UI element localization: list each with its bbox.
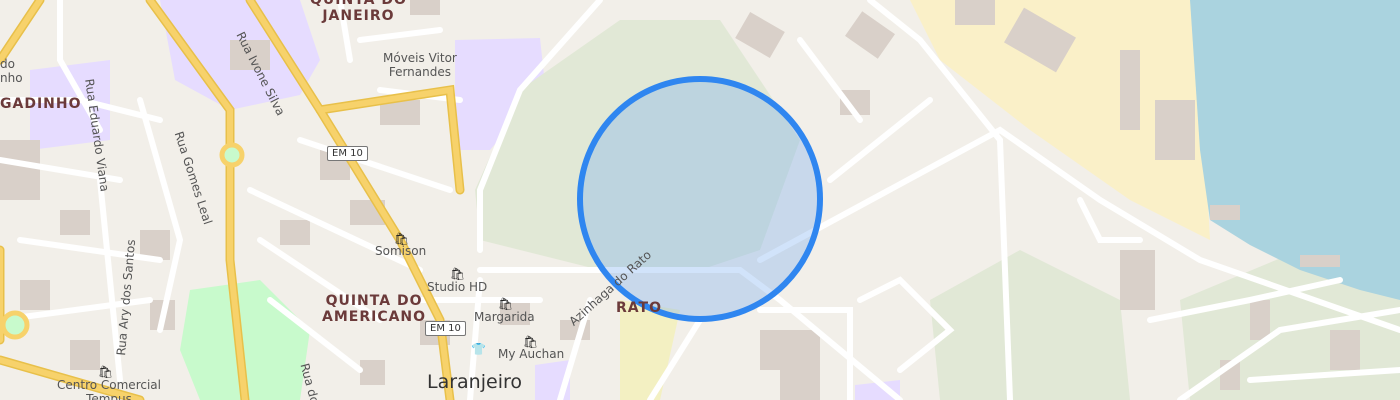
district-label-quinta-do-janeiro: QUINTA DO JANEIRO (310, 0, 407, 25)
shirt-icon[interactable]: 👕 (471, 343, 486, 355)
shop-icon[interactable]: 🛍 (498, 298, 513, 310)
district-label-gadinho: GADINHO (0, 96, 82, 112)
street-label-partial-nho: nho (0, 71, 23, 85)
poi-label-margarida[interactable]: Margarida (474, 310, 535, 325)
water-body (1190, 0, 1400, 300)
poi-label-moveis-vitor-fernandes[interactable]: Móveis Vitor Fernandes (383, 51, 457, 80)
street-label-partial-do: do (0, 57, 15, 71)
road-ref-em10: EM 10 (425, 321, 466, 336)
map-canvas[interactable]: QUINTA DO JANEIRO GADINHO QUINTA DO AMER… (0, 0, 1400, 400)
map-base-layer (0, 0, 1400, 400)
shop-icon[interactable]: 🛍 (98, 366, 113, 378)
scrub-area (930, 250, 1130, 400)
roundabout (0, 310, 30, 340)
district-label-quinta-do-americano: QUINTA DO AMERICANO (322, 293, 427, 326)
town-label-laranjeiro: Laranjeiro (427, 371, 522, 393)
poi-label-somison[interactable]: Somison (375, 244, 426, 259)
roundabout (219, 142, 245, 168)
shop-icon[interactable]: 🛍 (450, 268, 465, 280)
poi-label-studio-hd[interactable]: Studio HD (427, 280, 487, 295)
poi-label-centro-comercial-tempus[interactable]: Centro Comercial Tempus (57, 378, 161, 400)
district-label-rato: RATO (616, 300, 662, 316)
road-ref-em10: EM 10 (327, 146, 368, 161)
poi-label-my-auchan[interactable]: My Auchan (498, 347, 564, 362)
